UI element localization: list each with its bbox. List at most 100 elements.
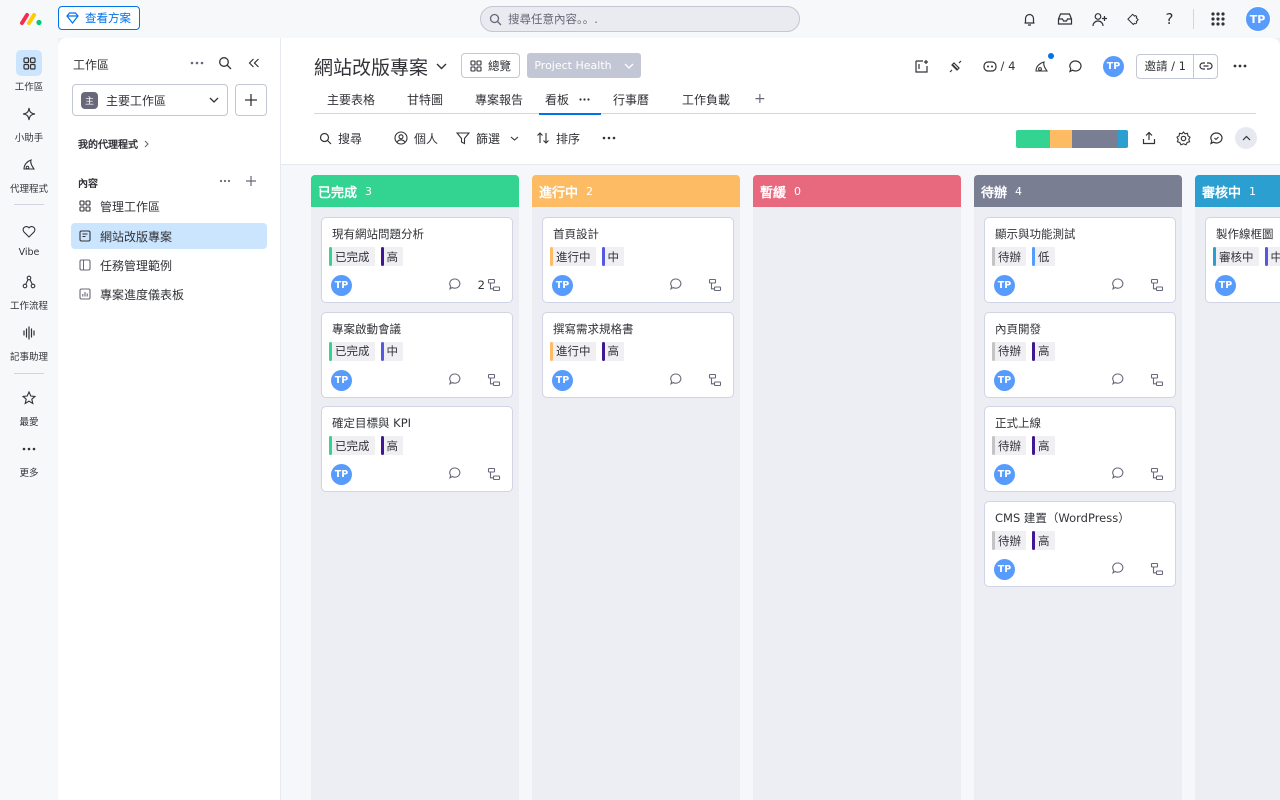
priority-tag[interactable]: 低 [1032,247,1055,266]
card-owner-avatar[interactable]: TP [994,464,1015,486]
status-tag[interactable]: 已完成 [329,436,375,456]
status-tag[interactable]: 待辦 [992,247,1026,266]
comment-icon[interactable] [448,372,464,388]
content-add-icon[interactable] [238,168,264,194]
priority-tag[interactable]: 高 [380,436,403,456]
chat-ai-icon[interactable] [1204,126,1228,150]
comment-icon[interactable] [1111,466,1127,482]
status-tag[interactable]: 審核中 [1213,247,1259,266]
status-tag[interactable]: 待辦 [992,436,1026,456]
board-more-icon[interactable] [1222,52,1258,80]
priority-tag[interactable]: 高 [601,341,624,361]
subitems-icon[interactable]: 2 [478,277,503,293]
comment-icon[interactable] [1111,561,1127,577]
priority-tag[interactable]: 高 [1032,531,1055,551]
user-avatar-button[interactable]: TP [1235,0,1280,38]
updates-comment-icon[interactable] [1060,52,1090,80]
column-header[interactable]: 審核中 1 [1195,175,1280,207]
chevron-down-icon[interactable] [510,136,519,141]
automations-button[interactable]: / 4 [974,52,1022,80]
status-tag[interactable]: 進行中 [550,341,596,361]
kanban-card[interactable]: 專案啟動會議 已完成 中 TP [321,311,513,398]
tab-more-icon[interactable] [579,97,590,101]
comment-icon[interactable] [669,277,685,293]
subitems-icon[interactable] [1150,277,1166,293]
sidebar-search-icon[interactable] [212,50,238,76]
comment-icon[interactable] [1111,372,1127,388]
toolbar-sort-button[interactable]: 排序 [536,126,580,150]
sidebar-item-dashboard[interactable]: 專案進度儀表板 [71,281,267,307]
subitems-icon[interactable] [1150,466,1166,482]
rail-item-agents[interactable]: 代理程式 [0,152,58,195]
global-search-input[interactable]: 搜尋任意內容。。. [480,6,800,32]
ai-agent-icon[interactable] [1026,52,1056,80]
apps-grid-icon[interactable] [1200,0,1235,38]
monday-logo[interactable] [19,11,43,27]
priority-tag[interactable]: 中 [1264,247,1280,266]
comment-icon[interactable] [448,466,464,482]
invite-button[interactable]: 邀請 / 1 [1136,53,1218,79]
sidekick-icon[interactable] [906,52,936,80]
kanban-card[interactable]: 顯示與功能測試 待辦 低 TP [984,217,1176,303]
status-tag[interactable]: 進行中 [550,247,596,266]
column-header[interactable]: 已完成 3 [311,175,519,207]
overview-button[interactable]: 總覽 [461,53,520,78]
card-owner-avatar[interactable]: TP [331,464,352,486]
rail-item-vibe[interactable]: Vibe [0,218,58,258]
card-owner-avatar[interactable]: TP [994,369,1015,391]
status-summary-bar[interactable] [1016,130,1128,148]
status-tag[interactable]: 已完成 [329,247,375,266]
card-owner-avatar[interactable]: TP [552,369,573,391]
copy-link-icon[interactable] [1193,54,1217,78]
comment-icon[interactable] [448,277,464,293]
invite-members-icon[interactable] [1082,0,1117,38]
subitems-icon[interactable] [487,372,503,388]
column-header[interactable]: 進行中 2 [532,175,740,207]
sidebar-item-website-redesign[interactable]: 網站改版專案 [71,223,267,249]
comment-icon[interactable] [669,372,685,388]
kanban-card[interactable]: 製作線框圖 審核中 中 TP [1205,217,1280,303]
help-icon[interactable]: ? [1152,0,1187,38]
kanban-card[interactable]: 撰寫需求規格書 進行中 高 TP [542,311,734,398]
kanban-card[interactable]: 首頁設計 進行中 中 TP [542,217,734,303]
board-title-dropdown[interactable]: 網站改版專案 [314,53,447,80]
collapse-sidebar-icon[interactable] [241,50,267,76]
subitems-icon[interactable] [1150,372,1166,388]
card-owner-avatar[interactable]: TP [331,275,352,296]
priority-tag[interactable]: 高 [380,247,403,266]
kanban-card[interactable]: CMS 建置（WordPress） 待辦 高 TP [984,501,1176,588]
priority-tag[interactable]: 高 [1032,436,1055,456]
inbox-icon[interactable] [1047,0,1082,38]
subitems-icon[interactable] [1150,561,1166,577]
tab-gantt[interactable]: 甘特圖 [407,84,443,114]
kanban-card[interactable]: 確定目標與 KPI 已完成 高 TP [321,406,513,493]
column-header[interactable]: 暫緩 0 [753,175,961,207]
sidebar-more-icon[interactable] [184,50,210,76]
rail-item-workspaces[interactable]: 工作區 [0,50,58,93]
integrations-icon[interactable] [940,52,970,80]
priority-tag[interactable]: 中 [380,341,403,361]
collapse-header-icon[interactable] [1235,127,1257,149]
kanban-card[interactable]: 內頁開發 待辦 高 TP [984,311,1176,398]
settings-gear-icon[interactable] [1171,126,1195,150]
rail-item-workflows[interactable]: 工作流程 [0,269,58,312]
kanban-card[interactable]: 現有網站問題分析 已完成 高 TP 2 [321,217,513,303]
board-user-avatar[interactable]: TP [1094,52,1132,80]
content-more-icon[interactable] [212,168,238,194]
subitems-icon[interactable] [487,466,503,482]
tab-project-report[interactable]: 專案報告 [475,84,523,114]
status-tag[interactable]: 待辦 [992,531,1026,551]
project-health-button[interactable]: Project Health [527,53,641,78]
card-owner-avatar[interactable]: TP [994,275,1015,296]
add-item-button[interactable] [235,84,267,116]
rail-item-favorites[interactable]: 最愛 [0,385,58,428]
my-agents-link[interactable]: 我的代理程式 [78,136,149,151]
priority-tag[interactable]: 中 [601,247,624,266]
rail-item-more[interactable]: 更多 [0,436,58,479]
apps-puzzle-icon[interactable] [1117,0,1152,38]
notifications-bell-icon[interactable] [1012,0,1047,38]
subitems-icon[interactable] [708,277,724,293]
workspace-dropdown[interactable]: 主 主要工作區 [72,84,228,116]
toolbar-filter-button[interactable]: 篩選 [456,126,519,150]
tab-main-table[interactable]: 主要表格 [327,84,375,114]
